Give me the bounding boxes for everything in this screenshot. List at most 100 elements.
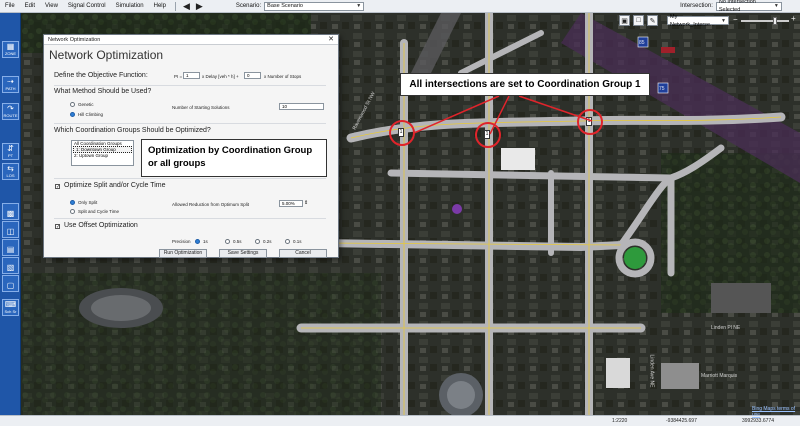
zoom-minus-button[interactable]: − <box>733 16 738 24</box>
select-tool-button[interactable]: □ <box>633 15 644 26</box>
groups-callout-line1: Optimization by Coordination Group <box>148 145 313 156</box>
precision-02s-label: 0.2s <box>263 239 272 244</box>
map-scale: 1:2220 <box>612 418 628 424</box>
dialog-titlebar[interactable]: Network Optimization ✕ <box>44 35 338 45</box>
zoom-slider-handle[interactable] <box>773 17 777 25</box>
detector-tool-button[interactable]: ▤ <box>2 239 19 256</box>
close-icon[interactable]: ✕ <box>328 35 334 45</box>
objective-label: Define the Objective Function: <box>54 72 148 79</box>
los-label: LOS <box>6 173 15 178</box>
split-cycle-label: Split and Cycle Time <box>78 209 120 214</box>
grid-icon: ▩ <box>6 209 15 218</box>
allowed-reduction-input[interactable]: 5.00% <box>279 200 303 207</box>
zoom-slider[interactable] <box>741 20 789 22</box>
route-tool-button[interactable]: ↷ ROUTE <box>2 103 19 120</box>
group-uptown-item[interactable]: 2: Uptown Group <box>72 153 133 158</box>
layer-select-value: My Network_Interse... <box>670 13 715 28</box>
chevron-down-icon: ▼ <box>773 3 779 9</box>
cancel-button[interactable]: Cancel <box>279 249 327 258</box>
method-hill-radio[interactable] <box>70 112 75 117</box>
menu-help[interactable]: Help <box>149 3 171 9</box>
left-toolbar: ▦ ZONE ⇢ PATH ↷ ROUTE ⇵ PT ⇆ LOS ▩ ◫ ▤ ▧ ▢ ⌨ S… <box>0 13 21 415</box>
transit-icon: ⇵ <box>7 144 14 153</box>
building-icon: ▦ <box>6 42 15 51</box>
menu-edit[interactable]: Edit <box>20 3 40 9</box>
menu-view[interactable]: View <box>40 3 63 9</box>
menu-simulation[interactable]: Simulation <box>111 3 149 9</box>
groups-label: Which Coordination Groups Should be Opti… <box>54 127 211 134</box>
pencil-icon: ✎ <box>649 17 656 25</box>
divider <box>54 218 326 219</box>
select-icon: □ <box>636 17 641 24</box>
schedule-label: Sch Sr <box>4 309 17 314</box>
scenario-select[interactable]: Base Scenario ▼ <box>264 1 365 11</box>
split-checkbox[interactable]: ✓ <box>55 184 60 190</box>
pt-label: PT <box>7 153 14 158</box>
highlight-ring <box>475 122 501 148</box>
link-icon: ▢ <box>6 281 15 290</box>
scenario-value: Base Scenario <box>267 3 303 9</box>
path-tool-button[interactable]: ⇢ PATH <box>2 76 19 93</box>
group-downtown-item[interactable]: 1: Downtown Group <box>73 146 132 153</box>
method-hill-label: Hill Climbing <box>78 112 104 117</box>
save-settings-button[interactable]: Save Settings <box>219 249 267 258</box>
split-icon: ◫ <box>6 227 15 236</box>
forward-arrow-icon[interactable]: ▶ <box>193 1 206 12</box>
precision-01s-radio[interactable] <box>285 239 290 244</box>
groups-callout-line2: or all groups <box>148 158 206 169</box>
spinner-icon[interactable]: ⇕ <box>304 200 308 206</box>
edit-tool-button[interactable]: ✎ <box>647 15 658 26</box>
delay-text: x Delay [veh * h] + <box>202 74 239 79</box>
grid-tool-button[interactable]: ▩ <box>2 203 19 220</box>
scenario-label: Scenario: <box>235 3 262 9</box>
split-tool-button[interactable]: ◫ <box>2 221 19 238</box>
menu-bar: File Edit View Signal Control Simulation… <box>0 0 800 13</box>
offset-label: Use Offset Optimization <box>64 222 138 229</box>
zoom-extent-button[interactable]: ▣ <box>619 15 630 26</box>
menu-signal-control[interactable]: Signal Control <box>63 3 111 9</box>
only-split-radio[interactable] <box>70 200 75 205</box>
highlight-ring <box>389 120 415 146</box>
intersection-value: No Intersection Selected <box>718 0 756 13</box>
detector-icon: ▤ <box>6 245 15 254</box>
link-tool-button[interactable]: ▢ <box>2 275 19 292</box>
starting-solutions-input[interactable]: 10 <box>279 103 324 110</box>
highway-shield-85: 85 <box>639 40 645 46</box>
menu-file[interactable]: File <box>0 3 20 9</box>
dialog-heading: Network Optimization <box>49 48 164 62</box>
delay-weight-input[interactable]: 1 <box>183 72 200 79</box>
layer-select[interactable]: My Network_Interse... ▼ <box>667 14 729 28</box>
stops-text: x Number of Stops <box>264 74 302 79</box>
bing-terms-link[interactable]: Bing Maps terms of use <box>752 406 800 418</box>
precision-05s-radio[interactable] <box>225 239 230 244</box>
method-label: What Method Should be Used? <box>54 88 152 95</box>
divider <box>54 178 326 179</box>
split-label: Optimize Split and/or Cycle Time <box>64 182 166 189</box>
back-arrow-icon[interactable]: ◀ <box>180 1 193 12</box>
split-cycle-radio[interactable] <box>70 209 75 214</box>
zoom-plus-button[interactable]: + <box>791 15 796 23</box>
timing-tool-button[interactable]: ▧ <box>2 257 19 274</box>
precision-1s-radio[interactable] <box>195 239 200 244</box>
menu-separator <box>174 1 176 11</box>
chevron-down-icon: ▼ <box>356 3 362 9</box>
coordination-callout: All intersections are set to Coordinatio… <box>400 73 650 96</box>
run-optimization-button[interactable]: Run Optimization <box>159 249 207 258</box>
schedule-tool-button[interactable]: ⌨ Sch Sr <box>2 299 19 316</box>
method-genetic-label: Genetic <box>78 102 94 107</box>
zone-tool-button[interactable]: ▦ ZONE <box>2 41 19 58</box>
intersection-select[interactable]: No Intersection Selected ▼ <box>715 0 782 13</box>
schedule-icon: ⌨ <box>4 300 17 309</box>
precision-02s-radio[interactable] <box>255 239 260 244</box>
precision-01s-label: 0.1s <box>293 239 302 244</box>
precision-1s-label: 1s <box>203 239 208 244</box>
zone-label: ZONE <box>4 51 17 56</box>
coordination-group-list[interactable]: All Coordination Groups 1: Downtown Grou… <box>71 140 134 166</box>
method-genetic-radio[interactable] <box>70 102 75 107</box>
pt-tool-button[interactable]: ⇵ PT <box>2 143 19 160</box>
los-tool-button[interactable]: ⇆ LOS <box>2 163 19 180</box>
offset-checkbox[interactable]: ✓ <box>55 224 60 230</box>
path-icon: ⇢ <box>7 77 14 86</box>
stops-weight-input[interactable]: 0 <box>244 72 261 79</box>
street-label-linden-pl: Linden Pl NE <box>711 325 741 331</box>
